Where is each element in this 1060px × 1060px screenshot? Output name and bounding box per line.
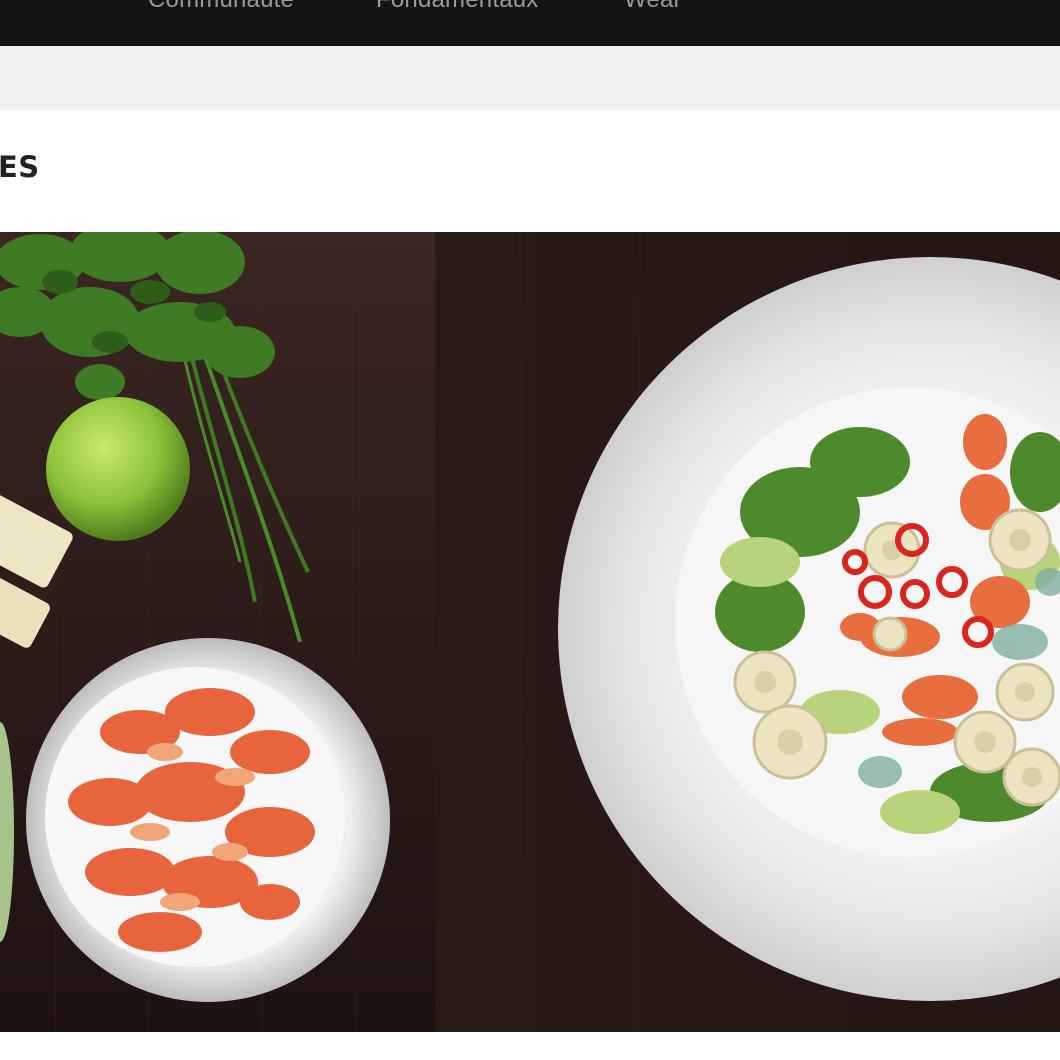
nav-item-fondamentaux[interactable]: Fondamentaux bbox=[376, 0, 539, 14]
page-bottom-gap bbox=[0, 1032, 1060, 1060]
nav-item-communaute[interactable]: Communauté bbox=[148, 0, 294, 14]
food-photo-illustration bbox=[0, 232, 1060, 1032]
nav-item-wear[interactable]: Wear bbox=[624, 0, 682, 14]
secondary-bar bbox=[0, 46, 1060, 110]
lime-icon bbox=[46, 397, 190, 541]
page-title: ES bbox=[0, 150, 40, 184]
article-hero-image bbox=[0, 232, 1060, 1032]
article-header bbox=[0, 110, 1060, 232]
top-navigation: Communauté Fondamentaux Wear bbox=[0, 0, 1060, 46]
crayfish-bowl-icon bbox=[26, 638, 390, 1002]
